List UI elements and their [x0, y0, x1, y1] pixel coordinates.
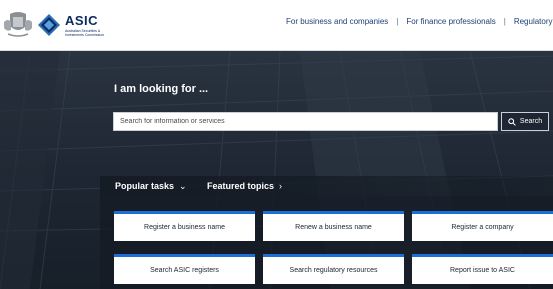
tile-search-asic-registers[interactable]: Search ASIC registers [114, 254, 255, 284]
task-tabs: Popular tasks ⌄ Featured topics › [100, 176, 553, 196]
search-button[interactable]: Search [501, 112, 549, 131]
coat-of-arms-icon [4, 12, 32, 37]
chevron-down-icon: ⌄ [179, 181, 187, 191]
tab-featured-topics[interactable]: Featured topics › [207, 181, 282, 191]
site-header: ASIC Australian Securities & Investments… [0, 0, 553, 51]
tile-label: Report issue to ASIC [450, 267, 515, 274]
search-input[interactable] [113, 112, 498, 131]
tile-report-issue[interactable]: Report issue to ASIC [412, 254, 553, 284]
popular-tasks-panel: Register a business name Renew a busines… [100, 196, 553, 289]
tile-register-company[interactable]: Register a company [412, 211, 553, 241]
tile-register-business-name[interactable]: Register a business name [114, 211, 255, 241]
logo-wordmark: ASIC [65, 12, 99, 28]
nav-separator: | [503, 17, 506, 26]
tab-label: Featured topics [207, 181, 275, 191]
logo-subtitle: Australian Securities & Investments Comm… [65, 28, 105, 37]
asic-logo[interactable]: ASIC Australian Securities & Investments… [37, 10, 111, 40]
nav-link-finance[interactable]: For finance professionals [406, 17, 495, 26]
tab-label: Popular tasks [115, 181, 175, 191]
tile-search-regulatory-resources[interactable]: Search regulatory resources [263, 254, 404, 284]
tile-label: Register a business name [144, 224, 225, 231]
asic-diamond-logo-icon [38, 14, 60, 36]
chevron-right-icon: › [279, 181, 283, 191]
search-button-label: Search [519, 118, 543, 125]
nav-link-regulatory[interactable]: Regulatory resou [514, 17, 553, 26]
tab-popular-tasks[interactable]: Popular tasks ⌄ [115, 181, 187, 192]
hero-title: I am looking for ... [114, 83, 209, 95]
nav-separator: | [396, 17, 399, 26]
nav-link-business[interactable]: For business and companies [286, 17, 388, 26]
tile-label: Search regulatory resources [289, 267, 378, 274]
search-icon [508, 117, 516, 126]
tile-renew-business-name[interactable]: Renew a business name [263, 211, 404, 241]
hero-banner: I am looking for ... Search Popular task… [0, 51, 553, 289]
top-nav: For business and companies | For finance… [286, 17, 553, 26]
tile-label: Search ASIC registers [150, 267, 219, 274]
tile-label: Register a company [451, 224, 514, 231]
tile-label: Renew a business name [295, 224, 372, 231]
